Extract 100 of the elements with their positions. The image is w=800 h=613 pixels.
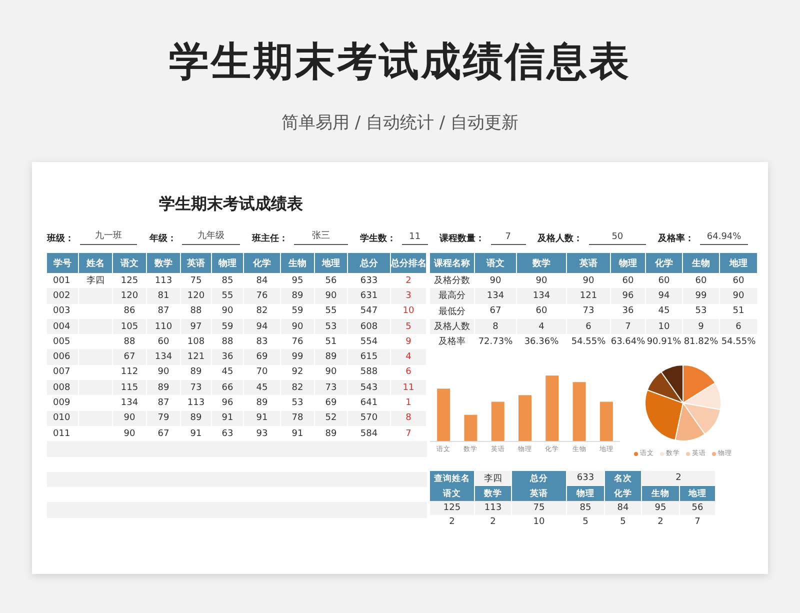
info-value: 50 <box>588 232 646 245</box>
table-cell: 李四 <box>79 273 113 288</box>
info-label: 年级： <box>149 232 176 245</box>
column-header: 物理 <box>212 253 244 273</box>
column-header: 化学 <box>605 486 642 502</box>
table-cell: 73 <box>315 380 348 396</box>
column-header: 数学 <box>517 253 567 273</box>
table-cell: 36 <box>212 349 244 365</box>
column-header: 姓名 <box>79 253 113 273</box>
column-header: 总分排名 <box>391 253 427 273</box>
column-header: 生物 <box>281 253 315 273</box>
query-label: 总分 <box>512 471 567 486</box>
table-cell: 120 <box>181 288 212 304</box>
table-cell: 543 <box>348 380 391 396</box>
table-cell: 56 <box>315 273 348 288</box>
subtitle: 简单易用 / 自动统计 / 自动更新 <box>281 112 519 134</box>
info-label: 课程数量： <box>440 232 485 245</box>
column-header: 语文 <box>475 253 517 273</box>
info-label: 班主任： <box>252 232 288 245</box>
table-cell: 4 <box>391 349 427 365</box>
table-cell: 81 <box>147 288 181 304</box>
column-header: 数学 <box>475 486 512 502</box>
table-cell: 84 <box>605 501 642 516</box>
table-cell: 9 <box>391 334 427 350</box>
info-label: 及格率： <box>658 232 694 245</box>
bar <box>546 376 559 442</box>
info-value: 九年级 <box>182 229 240 245</box>
column-header: 语文 <box>113 253 147 273</box>
column-header: 物理 <box>567 486 605 502</box>
pie-slice <box>674 402 706 442</box>
page-title: 学生期末考试成绩信息表 <box>169 38 631 87</box>
sheet-title: 学生期末考试成绩表 <box>159 194 304 215</box>
column-header: 地理 <box>315 253 348 273</box>
bar <box>437 389 450 442</box>
table-cell: 91 <box>244 410 281 426</box>
row-header: 及格人数 <box>430 318 475 334</box>
table-cell: 006 <box>47 349 79 365</box>
bar <box>518 396 532 442</box>
query-label: 名次 <box>605 471 642 486</box>
table-cell: 125 <box>113 273 147 288</box>
table-cell: 96 <box>611 288 646 304</box>
table-cell: 67 <box>113 349 147 365</box>
bar <box>464 415 478 442</box>
table-cell: 88 <box>212 334 244 350</box>
table-cell: 631 <box>348 288 391 304</box>
table-cell: 90 <box>475 273 517 288</box>
table-cell: 89 <box>281 288 315 304</box>
table-cell: 90 <box>517 273 567 288</box>
table-cell: 89 <box>315 349 348 365</box>
table-cell: 88 <box>113 334 147 350</box>
bar <box>572 382 586 442</box>
table-cell: 76 <box>244 288 281 304</box>
table-cell: 95 <box>281 273 315 288</box>
column-header: 物理 <box>611 253 646 273</box>
table-cell: 69 <box>244 349 281 365</box>
column-header: 生物 <box>642 486 680 502</box>
table-cell: 82 <box>281 380 315 396</box>
table-cell: 97 <box>181 318 212 334</box>
table-cell: 75 <box>512 501 567 516</box>
table-cell: 110 <box>147 318 181 334</box>
table-cell: 99 <box>683 288 720 304</box>
table-cell: 5 <box>391 318 427 334</box>
column-header: 地理 <box>720 253 758 273</box>
table-cell: 52 <box>315 410 348 426</box>
table-cell: 90 <box>281 318 315 334</box>
table-cell: 005 <box>47 334 79 350</box>
info-value: 九一班 <box>80 229 138 245</box>
table-cell: 108 <box>181 334 212 350</box>
table-cell: 004 <box>47 318 79 334</box>
table-cell: 6 <box>720 318 758 334</box>
table-cell: 121 <box>181 349 212 365</box>
table-cell: 4 <box>517 318 567 334</box>
row-header: 及格分数 <box>430 273 475 288</box>
table-cell: 134 <box>147 349 181 365</box>
column-header: 英语 <box>567 253 611 273</box>
table-cell: 83 <box>244 334 281 350</box>
table-cell: 79 <box>147 410 181 426</box>
column-header: 化学 <box>646 253 683 273</box>
table-cell: 89 <box>147 380 181 396</box>
table-cell: 60 <box>683 273 720 288</box>
table-cell: 134 <box>517 288 567 304</box>
table-cell: 134 <box>475 288 517 304</box>
table-cell: 89 <box>181 410 212 426</box>
table-cell: 45 <box>244 380 281 396</box>
table-cell: 91 <box>212 410 244 426</box>
table-cell: 90 <box>315 288 348 304</box>
table-cell: 95 <box>642 501 680 516</box>
table-cell: 94 <box>244 318 281 334</box>
table-cell: 615 <box>348 349 391 365</box>
table-cell: 3 <box>391 288 427 304</box>
query-label: 查询姓名 <box>430 471 475 486</box>
table-cell: 2 <box>391 273 427 288</box>
table-cell: 608 <box>348 318 391 334</box>
column-header: 生物 <box>683 253 720 273</box>
table-cell: 001 <box>47 273 79 288</box>
table-cell: 60 <box>147 334 181 350</box>
row-header: 最高分 <box>430 288 475 304</box>
table-cell: 113 <box>475 501 512 516</box>
table-cell: 7 <box>611 318 646 334</box>
column-header: 语文 <box>430 486 475 502</box>
